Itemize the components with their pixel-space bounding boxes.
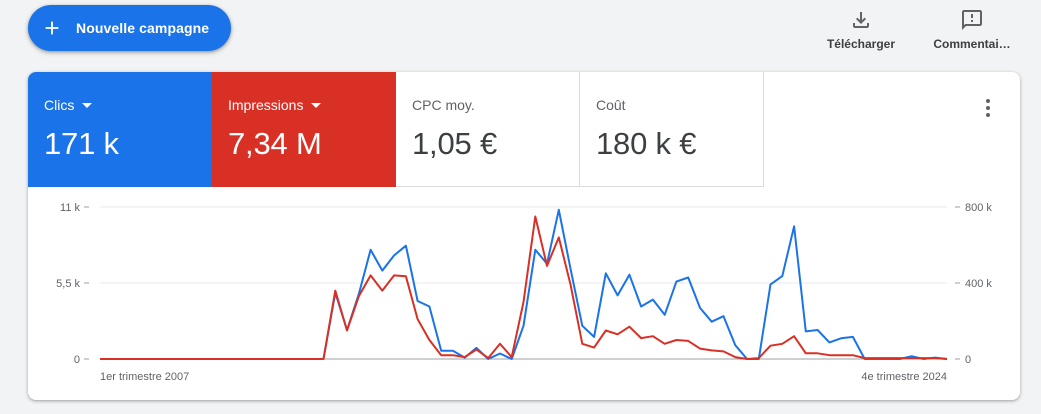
x-start-label: 1er trimestre 2007: [100, 371, 189, 383]
metric-impressions-label: Impressions: [228, 97, 304, 113]
comment-label: Commentai…: [933, 37, 1011, 51]
more-vert-icon[interactable]: [980, 96, 996, 120]
metric-avg-cpc-value: 1,05 €: [412, 126, 497, 161]
metric-clicks[interactable]: Clics 171 k: [28, 72, 212, 187]
metric-avg-cpc[interactable]: CPC moy. 1,05 €: [396, 72, 580, 187]
new-campaign-label: Nouvelle campagne: [76, 20, 210, 36]
metric-clicks-value: 171 k: [44, 126, 119, 161]
y-left-tick: 5,5 k: [56, 278, 80, 290]
metric-clicks-label: Clics: [44, 97, 75, 113]
series-line-clics[interactable]: [100, 208, 948, 360]
metric-cost-label: Coût: [596, 97, 626, 113]
y-right-tick: 400 k: [965, 278, 992, 290]
new-campaign-button[interactable]: Nouvelle campagne: [28, 5, 231, 51]
plus-icon: [45, 21, 59, 35]
x-end-label: 4e trimestre 2024: [861, 371, 947, 383]
y-left-tick: 0: [74, 354, 80, 366]
feedback-icon: [962, 10, 982, 30]
metric-cost-value: 180 k €: [596, 126, 697, 161]
download-button[interactable]: Télécharger: [823, 8, 899, 51]
metric-impressions-value: 7,34 M: [228, 126, 322, 161]
download-label: Télécharger: [826, 37, 896, 51]
caret-down-icon: [82, 102, 93, 108]
metric-cost[interactable]: Coût 180 k €: [580, 72, 764, 187]
performance-card: Clics 171 k Impressions 7,34 M CPC moy. …: [28, 72, 1020, 400]
series-line-impressions[interactable]: [100, 215, 948, 360]
metric-avg-cpc-label: CPC moy.: [412, 97, 475, 113]
metric-impressions[interactable]: Impressions 7,34 M: [212, 72, 396, 187]
y-right-tick: 0: [965, 354, 971, 366]
performance-chart: 11 k 800 k 5,5 k 400 k 0 0 1er trimestre 2007 4…: [56, 202, 992, 383]
y-right-tick: 800 k: [965, 202, 992, 214]
download-icon: [853, 12, 869, 28]
caret-down-icon: [311, 102, 322, 108]
y-left-tick: 11 k: [60, 202, 80, 214]
comment-button[interactable]: Commentai…: [930, 8, 1014, 51]
